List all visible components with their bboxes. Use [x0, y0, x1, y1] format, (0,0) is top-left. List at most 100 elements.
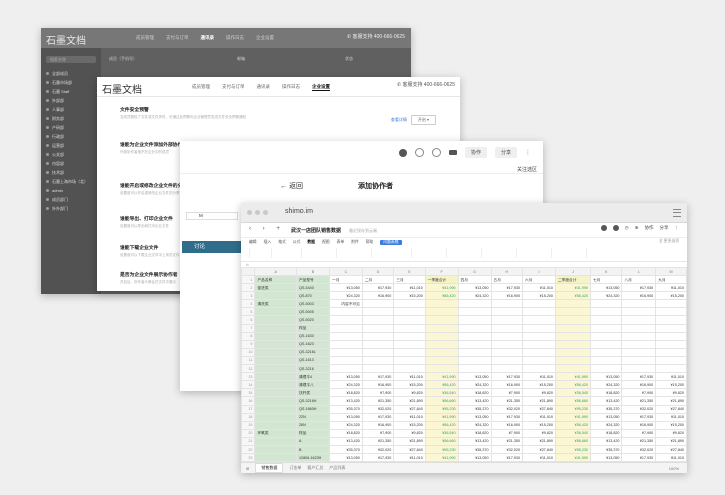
menu-item[interactable]: 视图	[322, 240, 330, 245]
cell[interactable]: ¥11,010	[393, 283, 426, 293]
history-icon[interactable]	[414, 148, 424, 157]
cell[interactable]: ¥11,010	[522, 453, 556, 463]
cell[interactable]: ¥18,820	[589, 388, 623, 398]
row-number[interactable]: 18	[241, 412, 256, 422]
cell[interactable]	[424, 355, 459, 366]
toolbar-group[interactable]	[336, 248, 365, 258]
cell[interactable]	[393, 355, 426, 366]
tree-item[interactable]: 石墨市场部	[41, 78, 101, 87]
cell[interactable]: ¥56,660	[554, 396, 592, 406]
menu-item[interactable]: 格式	[278, 240, 286, 245]
menu-item[interactable]: 插入	[264, 240, 272, 245]
cell[interactable]: ¥21,890	[393, 396, 426, 406]
cell[interactable]	[361, 331, 395, 341]
cell[interactable]: ¥32,020	[490, 404, 524, 414]
cell[interactable]	[424, 323, 459, 333]
cell[interactable]: 一季度合计	[424, 274, 459, 285]
cell[interactable]: ¥13,420	[329, 436, 363, 446]
cell[interactable]: ¥9,820	[393, 428, 426, 438]
cell[interactable]: ¥35,370	[457, 444, 492, 455]
cell[interactable]: ¥7,900	[361, 388, 395, 398]
cell[interactable]: ¥16,900	[621, 420, 657, 430]
menu-icon[interactable]	[673, 209, 681, 217]
menu-item[interactable]: 附件	[351, 240, 359, 245]
cell[interactable]: ¥9,820	[655, 428, 687, 438]
cell[interactable]: ¥17,930	[621, 372, 657, 382]
cell[interactable]	[393, 323, 426, 333]
more-options[interactable]: 全 更多选项	[659, 239, 679, 244]
cell[interactable]	[393, 315, 426, 325]
tree-item[interactable]: 技术部	[41, 168, 101, 177]
mention-input[interactable]: M	[186, 212, 238, 220]
cell[interactable]: 清洗类	[254, 299, 297, 309]
cell[interactable]: ¥16,900	[361, 380, 395, 390]
more-icon[interactable]: ⋮	[675, 225, 680, 231]
settings-contact[interactable]: ✆ 客服支持 400-666-0625	[397, 81, 455, 88]
menu-item[interactable]: 编辑	[249, 240, 257, 245]
settings-nav-item[interactable]: 通讯录	[257, 84, 271, 91]
column-header[interactable]: C	[329, 267, 363, 276]
cell[interactable]: ¥11,010	[655, 283, 687, 293]
cell[interactable]	[655, 307, 687, 317]
cell[interactable]	[554, 331, 592, 341]
cell[interactable]: ¥18,820	[457, 428, 492, 438]
cell[interactable]: ¥13,050	[589, 412, 623, 422]
cell[interactable]: 内容不可见	[329, 299, 363, 309]
cell[interactable]: ¥21,350	[621, 436, 657, 446]
tree-item[interactable]: 成员部门	[41, 195, 101, 204]
settings-nav-item-active[interactable]: 企业设置	[312, 84, 330, 91]
share-button[interactable]: 分享	[494, 147, 517, 158]
menu-item[interactable]: 表单	[337, 240, 345, 245]
cell[interactable]	[457, 299, 492, 309]
cell[interactable]	[254, 404, 297, 414]
add-sheet-icon[interactable]: ⊞	[246, 466, 249, 471]
cell[interactable]	[490, 339, 524, 349]
cell[interactable]: ¥9,820	[655, 388, 687, 398]
cell[interactable]	[254, 364, 297, 374]
cell[interactable]	[457, 315, 492, 325]
cell[interactable]: ¥35,370	[589, 404, 623, 414]
cell[interactable]	[254, 453, 297, 463]
cell[interactable]: ¥16,900	[490, 380, 524, 390]
cell[interactable]: ¥11,010	[522, 412, 556, 422]
cell[interactable]	[589, 364, 623, 374]
cell[interactable]	[457, 364, 492, 374]
cell[interactable]	[522, 355, 556, 366]
tree-item[interactable]: 石墨上海市场（北）	[41, 177, 101, 186]
cell[interactable]: ¥27,840	[522, 404, 556, 414]
cell[interactable]: ¥13,050	[457, 453, 492, 463]
cell[interactable]: ¥15,200	[393, 420, 426, 430]
row-number[interactable]: 23	[241, 453, 256, 463]
cell[interactable]: ¥41,990	[424, 283, 459, 293]
row-number[interactable]: 9	[241, 339, 256, 349]
cell[interactable]	[589, 323, 623, 333]
tree-item[interactable]: 内容部	[41, 159, 101, 168]
cell[interactable]	[254, 372, 297, 382]
cell[interactable]: ¥36,540	[424, 388, 459, 398]
toolbar-group[interactable]	[446, 248, 475, 258]
cell[interactable]: 二季度合计	[554, 274, 592, 285]
cell[interactable]: ¥18,820	[329, 428, 363, 438]
cell[interactable]	[329, 347, 363, 357]
settings-nav-item[interactable]: 成员管理	[192, 84, 210, 91]
avatar[interactable]	[600, 225, 607, 231]
cell[interactable]: ¥17,930	[621, 453, 657, 463]
menu-item[interactable]: 问题表格	[380, 239, 402, 245]
toolbar-group[interactable]	[301, 248, 330, 258]
cell[interactable]: ¥95,230	[424, 444, 459, 455]
column-header[interactable]: F	[424, 267, 459, 276]
tree-item[interactable]: 产研部	[41, 123, 101, 132]
cell[interactable]: ¥24,320	[457, 380, 492, 390]
cell[interactable]: ¥32,020	[621, 444, 657, 455]
cell[interactable]	[655, 299, 687, 309]
toolbar-group[interactable]	[586, 248, 615, 258]
cell[interactable]	[254, 420, 297, 430]
admin-nav-item[interactable]: 通讯录	[201, 35, 215, 41]
toolbar-group[interactable]	[271, 248, 300, 258]
cell[interactable]: ¥17,930	[621, 412, 657, 422]
cell[interactable]: QS-3216H	[295, 396, 331, 406]
cell[interactable]	[522, 315, 556, 325]
cell[interactable]: ¥24,320	[457, 420, 492, 430]
menu-item[interactable]: 公式	[293, 240, 301, 245]
share-button[interactable]: 分享	[660, 225, 669, 231]
